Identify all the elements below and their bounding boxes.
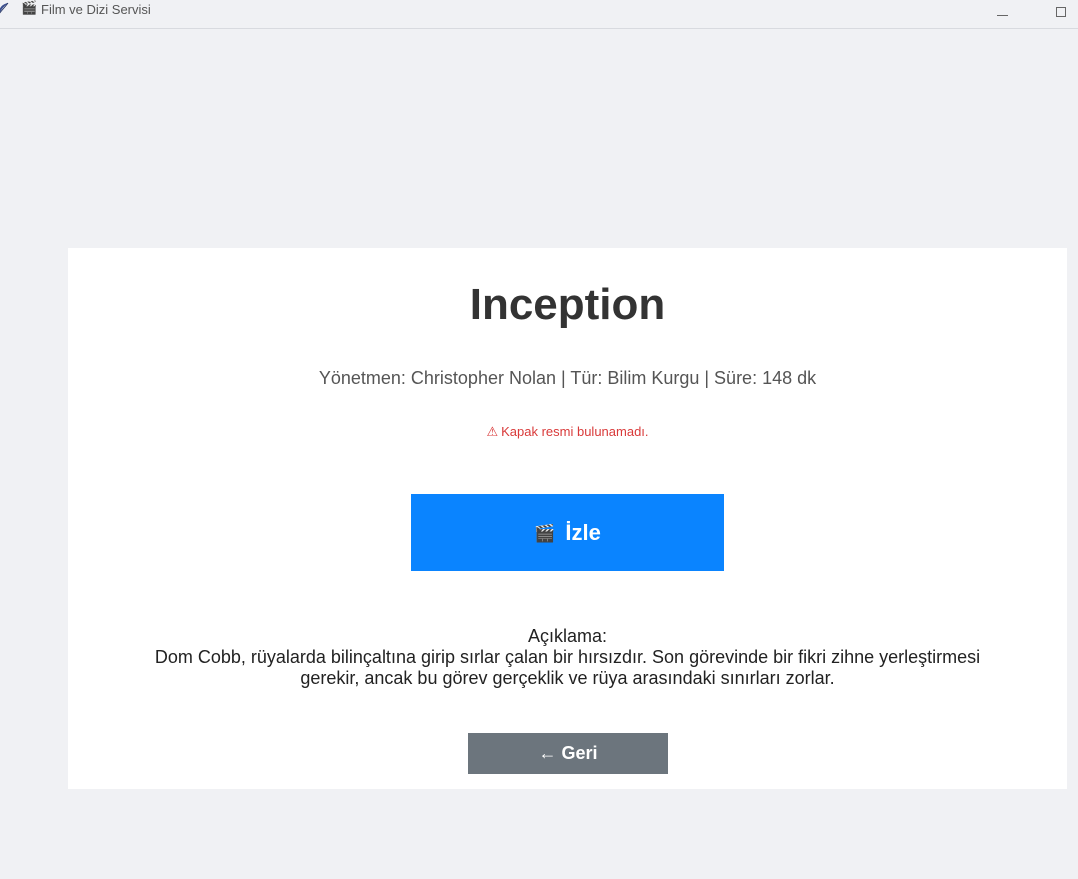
maximize-icon bbox=[1056, 7, 1066, 17]
warning-text: Kapak resmi bulunamadı. bbox=[501, 424, 649, 439]
back-button[interactable]: ← Geri bbox=[468, 733, 668, 774]
feather-icon bbox=[0, 2, 9, 14]
window-titlebar: 🎬 Film ve Dizi Servisi bbox=[0, 0, 1078, 29]
watch-button[interactable]: 🎬 İzle bbox=[411, 494, 724, 571]
cover-missing-warning: ⚠ Kapak resmi bulunamadı. bbox=[0, 424, 1078, 440]
warning-triangle-icon: ⚠ bbox=[486, 425, 499, 440]
watch-button-label: İzle bbox=[565, 519, 601, 545]
clapperboard-icon: 🎬 bbox=[534, 524, 556, 544]
minimize-button[interactable] bbox=[979, 0, 1025, 28]
back-button-label: ← Geri bbox=[538, 743, 598, 763]
clapperboard-icon: 🎬 bbox=[21, 1, 38, 16]
minimize-icon bbox=[996, 14, 1008, 16]
movie-meta: Yönetmen: Christopher Nolan | Tür: Bilim… bbox=[318, 368, 817, 388]
description-block: Açıklama: Dom Cobb, rüyalarda bilinçaltı… bbox=[150, 626, 985, 689]
maximize-button[interactable] bbox=[1038, 0, 1078, 28]
description-label: Açıklama: bbox=[527, 626, 608, 646]
movie-title: Inception bbox=[469, 280, 666, 329]
description-text: Dom Cobb, rüyalarda bilinçaltına girip s… bbox=[154, 647, 981, 688]
window-title: Film ve Dizi Servisi bbox=[41, 2, 151, 17]
